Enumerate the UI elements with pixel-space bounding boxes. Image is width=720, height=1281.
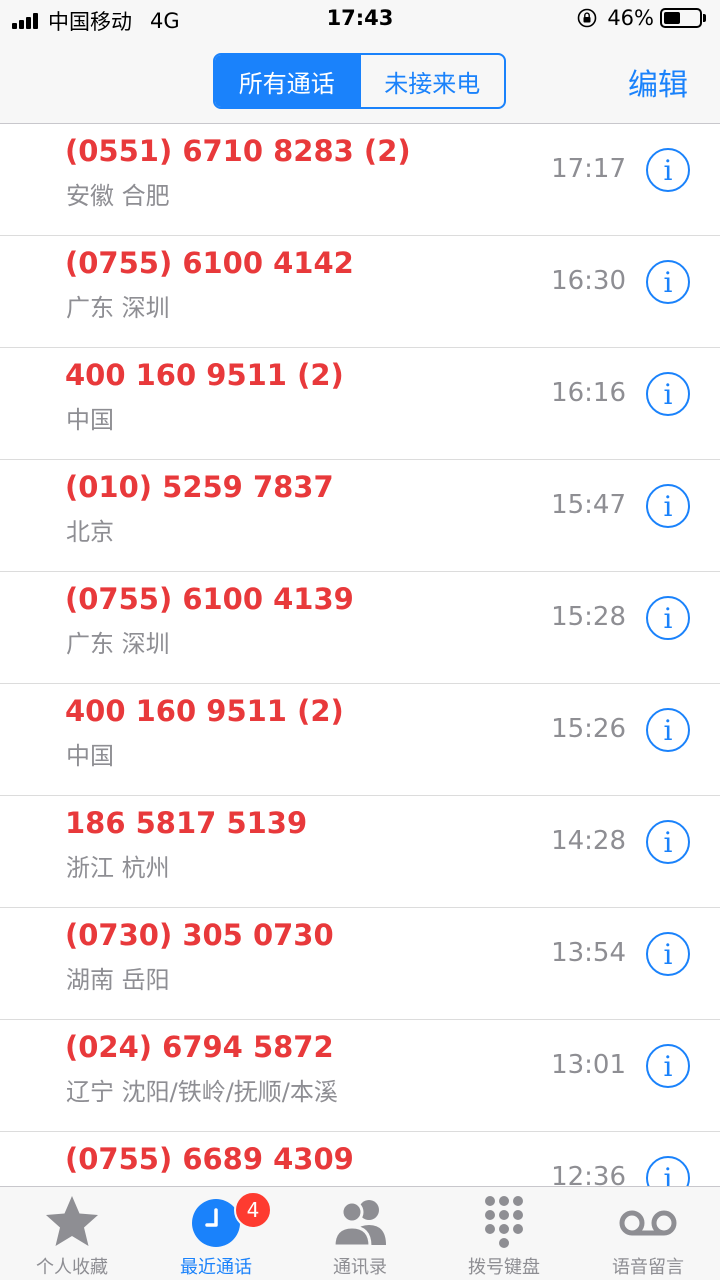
call-time: 16:16	[551, 378, 626, 408]
call-time: 17:17	[551, 154, 626, 184]
call-row[interactable]: 186 5817 5139 浙江 杭州 14:28 i	[0, 796, 720, 908]
status-bar: 中国移动 4G 17:43 46%	[0, 0, 720, 40]
tab-keypad-label: 拨号键盘	[468, 1257, 540, 1278]
call-time: 15:47	[551, 490, 626, 520]
tab-voicemail[interactable]: 语音留言	[576, 1187, 720, 1281]
call-number: (0755) 6689 4309	[65, 1142, 354, 1176]
call-location: 广东 深圳	[66, 630, 170, 658]
navigation-bar: 所有通话 未接来电 编辑	[0, 40, 720, 124]
call-row[interactable]: (0755) 6100 4142 广东 深圳 16:30 i	[0, 236, 720, 348]
info-icon[interactable]: i	[646, 1156, 690, 1186]
call-number: (010) 5259 7837	[65, 470, 334, 504]
segment-missed-calls[interactable]: 未接来电	[358, 55, 505, 107]
info-icon[interactable]: i	[646, 1044, 690, 1088]
call-row[interactable]: (0551) 6710 8283 (2) 安徽 合肥 17:17 i	[0, 124, 720, 236]
call-row[interactable]: (0755) 6689 4309 12:36 i	[0, 1132, 720, 1186]
voicemail-icon	[619, 1210, 677, 1236]
status-right: 46%	[577, 6, 706, 30]
tab-recents[interactable]: 4 最近通话	[144, 1187, 288, 1281]
keypad-icon	[485, 1196, 523, 1248]
call-number: (024) 6794 5872	[65, 1030, 334, 1064]
tab-bar: 个人收藏 4 最近通话 通讯录 拨号键盘 语音留言	[0, 1186, 720, 1280]
call-number: 186 5817 5139	[65, 806, 308, 840]
call-location: 安徽 合肥	[66, 182, 170, 210]
call-time: 15:26	[551, 714, 626, 744]
edit-button[interactable]: 编辑	[628, 60, 688, 104]
tab-favorites-label: 个人收藏	[36, 1257, 108, 1278]
call-location: 湖南 岳阳	[66, 966, 170, 994]
call-filter-segmented-control: 所有通话 未接来电	[213, 53, 506, 109]
battery-level-fill	[664, 12, 680, 24]
call-location: 浙江 杭州	[66, 854, 170, 882]
tab-contacts[interactable]: 通讯录	[288, 1187, 432, 1281]
call-location: 广东 深圳	[66, 294, 170, 322]
tab-keypad[interactable]: 拨号键盘	[432, 1187, 576, 1281]
info-icon[interactable]: i	[646, 708, 690, 752]
call-time: 13:54	[551, 938, 626, 968]
call-number: (0730) 305 0730	[65, 918, 334, 952]
info-icon[interactable]: i	[646, 148, 690, 192]
call-row[interactable]: (0755) 6100 4139 广东 深圳 15:28 i	[0, 572, 720, 684]
segment-all-calls[interactable]: 所有通话	[215, 55, 359, 107]
info-icon[interactable]: i	[646, 596, 690, 640]
info-icon[interactable]: i	[646, 932, 690, 976]
call-number: (0755) 6100 4139	[65, 582, 354, 616]
call-location: 辽宁 沈阳/铁岭/抚顺/本溪	[66, 1078, 338, 1106]
info-icon[interactable]: i	[646, 820, 690, 864]
call-time: 15:28	[551, 602, 626, 632]
call-location: 北京	[66, 518, 114, 546]
call-row[interactable]: (024) 6794 5872 辽宁 沈阳/铁岭/抚顺/本溪 13:01 i	[0, 1020, 720, 1132]
recent-calls-list[interactable]: (0551) 6710 8283 (2) 安徽 合肥 17:17 i (0755) 61…	[0, 124, 720, 1186]
battery-percent: 46%	[607, 6, 654, 30]
call-time: 12:36	[551, 1162, 626, 1186]
tab-contacts-label: 通讯录	[333, 1257, 387, 1278]
contacts-icon	[332, 1200, 386, 1248]
info-icon[interactable]: i	[646, 484, 690, 528]
call-row[interactable]: 400 160 9511 (2) 中国 15:26 i	[0, 684, 720, 796]
call-time: 16:30	[551, 266, 626, 296]
orientation-lock-icon	[578, 8, 597, 28]
info-icon[interactable]: i	[646, 260, 690, 304]
call-location: 中国	[66, 406, 114, 434]
tab-recents-label: 最近通话	[180, 1257, 252, 1278]
missed-calls-badge: 4	[234, 1191, 272, 1229]
call-number: (0755) 6100 4142	[65, 246, 354, 280]
battery-tip	[703, 14, 706, 22]
call-location: 中国	[66, 742, 114, 770]
tab-voicemail-label: 语音留言	[612, 1257, 684, 1278]
call-row[interactable]: (0730) 305 0730 湖南 岳阳 13:54 i	[0, 908, 720, 1020]
star-icon	[46, 1196, 98, 1246]
info-icon[interactable]: i	[646, 372, 690, 416]
call-number: 400 160 9511 (2)	[65, 358, 344, 392]
call-row[interactable]: 400 160 9511 (2) 中国 16:16 i	[0, 348, 720, 460]
call-row[interactable]: (010) 5259 7837 北京 15:47 i	[0, 460, 720, 572]
call-time: 14:28	[551, 826, 626, 856]
call-number: 400 160 9511 (2)	[65, 694, 344, 728]
call-number: (0551) 6710 8283 (2)	[65, 134, 411, 168]
call-time: 13:01	[551, 1050, 626, 1080]
tab-favorites[interactable]: 个人收藏	[0, 1187, 144, 1281]
battery-icon	[660, 8, 702, 28]
